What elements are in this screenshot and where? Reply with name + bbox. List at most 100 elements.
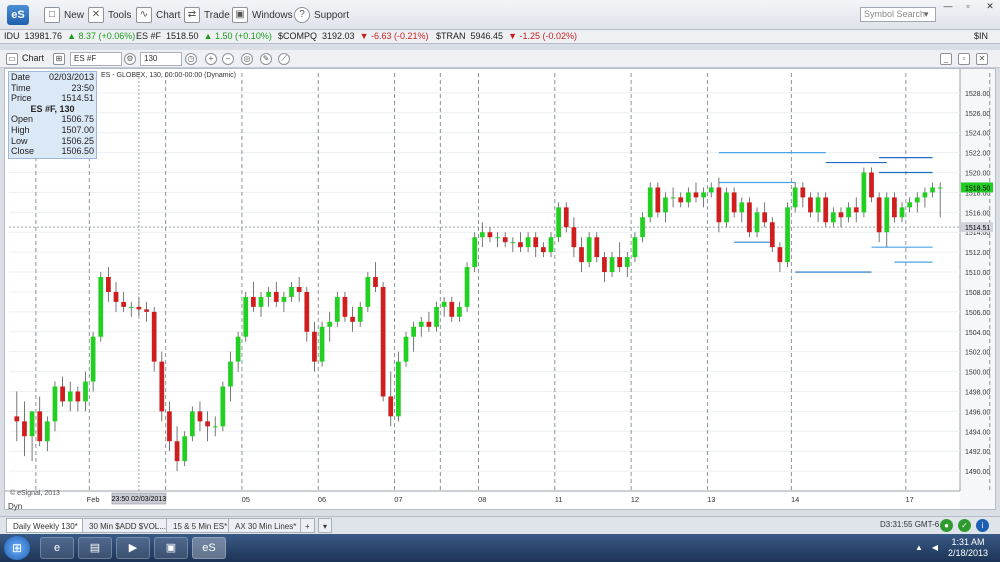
candle [785, 202, 790, 268]
candle-body [533, 237, 539, 248]
window-close-icon[interactable]: ✕ [976, 53, 988, 65]
minimize-icon[interactable]: — [941, 2, 955, 12]
media-player-icon[interactable]: ▶ [116, 537, 150, 559]
candle-body [350, 316, 355, 322]
windows-button[interactable]: ▣ Windows [232, 6, 293, 24]
tab-daily-weekly[interactable]: Daily Weekly 130* [6, 518, 85, 533]
candle [739, 197, 745, 223]
folder-icon[interactable]: ▤ [78, 537, 112, 559]
connection-icon[interactable]: ● [940, 519, 953, 532]
candle [128, 301, 134, 317]
add-tab-icon[interactable]: + [300, 518, 315, 533]
maximize-icon[interactable]: ▫ [961, 2, 975, 12]
last-price-label: 1518.50 [965, 185, 990, 192]
tab-ax-30-min-lines[interactable]: AX 30 Min Lines* [228, 518, 304, 533]
price-chart-panel[interactable]: 1490.00 1492.00 1494.00 1496.00 1498.00 1500.… [4, 68, 996, 510]
candle-body [785, 207, 790, 263]
settings-icon[interactable]: ⚙ [124, 53, 136, 65]
network-icon[interactable]: ▲ [914, 543, 924, 553]
line-tool-icon[interactable]: ⟋ [278, 53, 290, 65]
dynamic-label[interactable]: Dyn [8, 502, 22, 511]
candle-body [663, 197, 668, 213]
draw-icon[interactable]: ✎ [260, 53, 272, 65]
ie-icon[interactable]: e [40, 537, 74, 559]
candle-body [75, 391, 81, 402]
candle-body [342, 296, 348, 317]
candlestick-chart[interactable]: 1490.00 1492.00 1494.00 1496.00 1498.00 1500.… [5, 69, 995, 509]
tab-15-5-min[interactable]: 15 & 5 Min ES* [166, 518, 235, 533]
candle [518, 232, 523, 253]
symbol-field[interactable]: ES #F [70, 52, 122, 66]
trade-label: Trade [204, 9, 230, 21]
system-clock[interactable]: 1:31 AM 2/18/2013 [948, 537, 988, 559]
candle [556, 202, 561, 243]
trade-button[interactable]: ⇄ Trade [184, 6, 230, 24]
ticker-item[interactable]: $TRAN 5946.45 ▼ -1.25 (-0.02%) [436, 31, 577, 41]
candle-body [609, 257, 615, 273]
x-tick-label: 11 [555, 495, 563, 504]
new-button[interactable]: □ New [44, 6, 84, 24]
add-icon[interactable]: + [205, 53, 217, 65]
volume-icon[interactable]: ◀ [930, 543, 940, 553]
cursor-price-label: 1514.51 [965, 225, 990, 232]
ticker-item[interactable]: $IN [974, 31, 988, 41]
candle-body [792, 187, 798, 208]
zoom-icon[interactable]: ◎ [241, 53, 253, 65]
candle-body [556, 207, 561, 238]
ticker-item[interactable]: IDU 13981.76 ▲ 8.37 (+0.06%) [4, 31, 135, 41]
watermark: © eSignal, 2013 [10, 490, 60, 497]
candle [396, 351, 401, 422]
candle-body [411, 326, 417, 337]
candle-body [823, 197, 829, 223]
ticker-item[interactable]: $COMPQ 3192.03 ▼ -6.63 (-0.21%) [278, 31, 429, 41]
candle-body [67, 391, 73, 402]
candle-body [334, 296, 340, 322]
esignal-logo[interactable]: eS [7, 5, 29, 25]
chart-button[interactable]: ∿ Chart [136, 6, 180, 24]
candle-body [876, 197, 882, 233]
candle [640, 212, 645, 243]
close-label: Close [11, 146, 35, 157]
candle [434, 301, 439, 332]
status-check-icon[interactable]: ✓ [958, 519, 971, 532]
candle-body [449, 301, 455, 317]
candle [586, 232, 592, 268]
close-icon[interactable]: ✕ [983, 2, 997, 12]
candle [22, 401, 27, 457]
candle [29, 411, 35, 462]
link-icon[interactable]: ⊞ [53, 53, 65, 65]
y-tick-label: 1526.00 [965, 111, 990, 118]
minus-icon[interactable]: − [222, 53, 234, 65]
tab-30min-add-vol[interactable]: 30 Min $ADD $VOL...* [82, 518, 177, 533]
esignal-taskbar-icon[interactable]: eS [192, 537, 226, 559]
tools-button[interactable]: ✕ Tools [88, 6, 131, 24]
candle [75, 386, 81, 412]
candle-body [205, 421, 210, 427]
tab-menu-icon[interactable]: ▾ [318, 518, 333, 533]
candle [411, 321, 417, 352]
support-button[interactable]: ? Support [294, 6, 349, 24]
info-icon[interactable]: i [976, 519, 989, 532]
candle-body [472, 237, 478, 268]
candle [312, 321, 317, 372]
candle-body [396, 361, 401, 417]
clock-icon[interactable]: ◷ [185, 53, 197, 65]
candle [830, 207, 836, 228]
search-dropdown-icon[interactable]: ▾ [924, 7, 936, 22]
interval-field[interactable]: 130 [140, 52, 182, 66]
candle-body [487, 232, 493, 238]
window-minimize-icon[interactable]: _ [940, 53, 952, 65]
candle-body [937, 187, 943, 189]
start-button[interactable]: ⊞ [4, 536, 30, 560]
ticker-change: -6.63 (-0.21%) [371, 31, 429, 41]
candle [151, 306, 157, 372]
ticker-item[interactable]: ES #F 1518.50 ▲ 1.50 (+0.10%) [136, 31, 272, 41]
x-tick-label: 17 [905, 495, 913, 504]
screen-capture-icon[interactable]: ▣ [154, 537, 188, 559]
y-tick-label: 1524.00 [965, 131, 990, 138]
down-arrow-icon: ▼ [359, 31, 369, 41]
candle-body [869, 172, 874, 198]
window-maximize-icon[interactable]: ▫ [958, 53, 970, 65]
y-tick-label: 1500.00 [965, 370, 990, 377]
candle [373, 262, 378, 292]
